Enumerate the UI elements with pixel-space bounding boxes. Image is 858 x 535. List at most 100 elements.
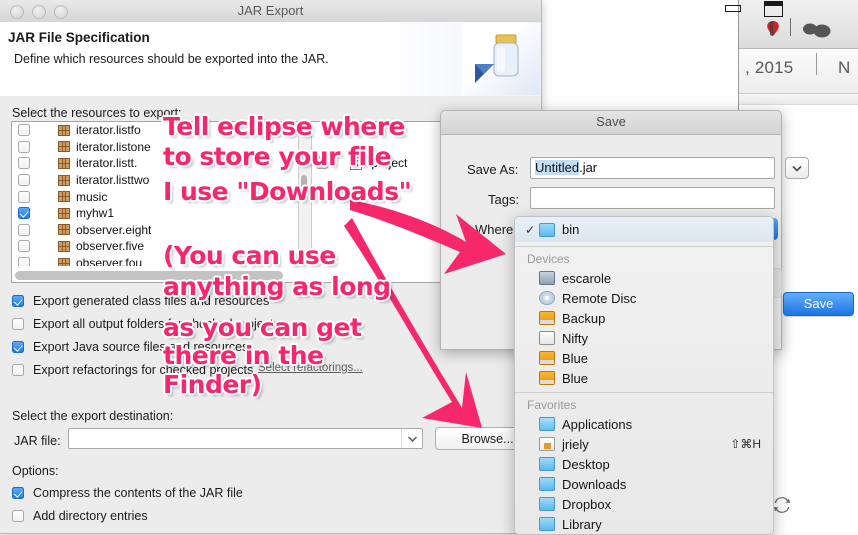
annotation-line-4: (You can use xyxy=(163,241,336,271)
menu-item-applications[interactable]: Applications xyxy=(515,414,773,434)
jar-file-label: JAR file: xyxy=(14,434,61,448)
option-add-directory-entries[interactable]: Add directory entries xyxy=(12,509,148,523)
menu-item-nifty[interactable]: Nifty xyxy=(515,328,773,348)
tree-row[interactable]: myhw1 xyxy=(12,205,298,222)
checkbox[interactable] xyxy=(12,487,24,499)
option-compress-jar[interactable]: Compress the contents of the JAR file xyxy=(12,486,243,500)
save-dialog-title: Save xyxy=(441,114,781,129)
menu-item-jriely[interactable]: jriely ⇧⌘H xyxy=(515,434,773,454)
tree-row-label: music xyxy=(76,190,107,204)
row-checkbox[interactable] xyxy=(18,141,30,153)
tree-row-label: observer.eight xyxy=(76,223,151,237)
annotation-line-1: Tell eclipse where xyxy=(163,112,405,142)
annotation-line-8: Finder) xyxy=(163,370,262,400)
row-checkbox[interactable] xyxy=(18,224,30,236)
menu-item-downloads[interactable]: Downloads xyxy=(515,474,773,494)
package-icon xyxy=(58,224,70,235)
location-dropdown-menu[interactable]: ✓ bin Devices escarole Remote Disc Backu… xyxy=(514,216,774,535)
jar-export-window-title: JAR Export xyxy=(0,3,541,18)
menu-item-shortcut: ⇧⌘H xyxy=(730,437,761,451)
menu-item-label: Blue xyxy=(562,351,588,366)
options-label: Options: xyxy=(12,464,59,478)
package-icon xyxy=(58,191,70,202)
package-icon xyxy=(58,258,70,266)
comments-icon[interactable] xyxy=(802,21,832,44)
annotation-line-2: to store your file xyxy=(163,142,391,172)
menu-item-label: Applications xyxy=(562,417,632,432)
chevron-down-icon[interactable] xyxy=(401,429,422,448)
tags-input[interactable] xyxy=(530,187,775,209)
row-checkbox[interactable] xyxy=(18,207,30,219)
tree-row-label: iterator.listt. xyxy=(76,156,137,170)
checkbox[interactable] xyxy=(12,318,24,330)
home-folder-icon xyxy=(539,437,555,451)
where-label: Where: xyxy=(475,222,517,237)
save-button[interactable]: Save xyxy=(783,292,854,316)
menu-item-label: Blue xyxy=(562,371,588,386)
row-checkbox[interactable] xyxy=(18,240,30,252)
external-disk-icon xyxy=(539,371,555,385)
checkbox[interactable] xyxy=(12,295,24,307)
jar-file-combobox[interactable] xyxy=(68,428,423,449)
menu-item-dropbox[interactable]: Dropbox xyxy=(515,494,773,514)
row-checkbox[interactable] xyxy=(18,174,30,186)
checkbox[interactable] xyxy=(12,341,24,353)
expand-save-panel-button[interactable] xyxy=(785,157,809,179)
package-icon xyxy=(58,158,70,169)
menu-item-backup[interactable]: Backup xyxy=(515,308,773,328)
iphone-icon xyxy=(539,331,555,345)
menu-item-label: bin xyxy=(562,222,579,237)
row-checkbox[interactable] xyxy=(18,157,30,169)
row-checkbox[interactable] xyxy=(18,191,30,203)
menu-section-devices: Devices xyxy=(515,249,773,268)
external-disk-icon xyxy=(539,351,555,365)
applications-folder-icon xyxy=(539,417,555,431)
checkbox[interactable] xyxy=(12,364,24,376)
option-label: Compress the contents of the JAR file xyxy=(33,486,243,500)
menu-item-library[interactable]: Library xyxy=(515,514,773,534)
tree-row-label: observer.fou xyxy=(76,256,142,266)
window-maximize-button[interactable] xyxy=(764,1,783,17)
menu-item-label: jriely xyxy=(562,437,589,452)
menu-item-remote-disc[interactable]: Remote Disc xyxy=(515,288,773,308)
row-checkbox[interactable] xyxy=(18,257,30,266)
chevron-down-icon xyxy=(792,165,802,172)
annotation-line-3: I use "Downloads" xyxy=(163,177,411,207)
menu-item-label: escarole xyxy=(562,271,611,286)
save-as-selected-text: Untitled xyxy=(535,160,579,175)
destination-label: Select the export destination: xyxy=(12,409,173,423)
menu-item-escarole[interactable]: escarole xyxy=(515,268,773,288)
toolbar-divider xyxy=(790,18,791,36)
package-icon xyxy=(58,241,70,252)
menu-item-label: Downloads xyxy=(562,477,626,492)
save-as-input[interactable]: Untitled.jar xyxy=(530,157,775,179)
save-as-extension: .jar xyxy=(579,160,597,175)
menu-item-label: Library xyxy=(562,517,602,532)
checkbox[interactable] xyxy=(12,510,24,522)
resources-label: Select the resources to export: xyxy=(12,106,182,120)
package-icon xyxy=(58,141,70,152)
desktop-folder-icon xyxy=(539,457,555,471)
menu-item-current-folder[interactable]: ✓ bin xyxy=(515,217,773,242)
refresh-icon[interactable] xyxy=(772,495,792,520)
save-as-label: Save As: xyxy=(467,162,518,177)
row-checkbox[interactable] xyxy=(18,124,30,136)
background-date-divider xyxy=(816,53,817,75)
tree-row-label: myhw1 xyxy=(76,206,114,220)
tree-row[interactable]: observer.eight xyxy=(12,222,298,239)
menu-item-blue-2[interactable]: Blue xyxy=(515,368,773,388)
laptop-icon xyxy=(539,271,555,285)
menu-item-desktop[interactable]: Desktop xyxy=(515,454,773,474)
folder-icon xyxy=(539,223,555,237)
menu-item-label: Desktop xyxy=(562,457,610,472)
menu-item-blue-1[interactable]: Blue xyxy=(515,348,773,368)
window-minimize-button[interactable] xyxy=(725,5,741,12)
background-date-next: N xyxy=(838,58,850,78)
pin-icon[interactable] xyxy=(766,20,777,34)
menu-separator xyxy=(515,392,773,393)
menu-section-favorites: Favorites xyxy=(515,395,773,414)
background-date-text: , 2015 xyxy=(745,58,793,78)
menu-item-label: Backup xyxy=(562,311,605,326)
package-icon xyxy=(58,208,70,219)
tags-label: Tags: xyxy=(488,192,519,207)
